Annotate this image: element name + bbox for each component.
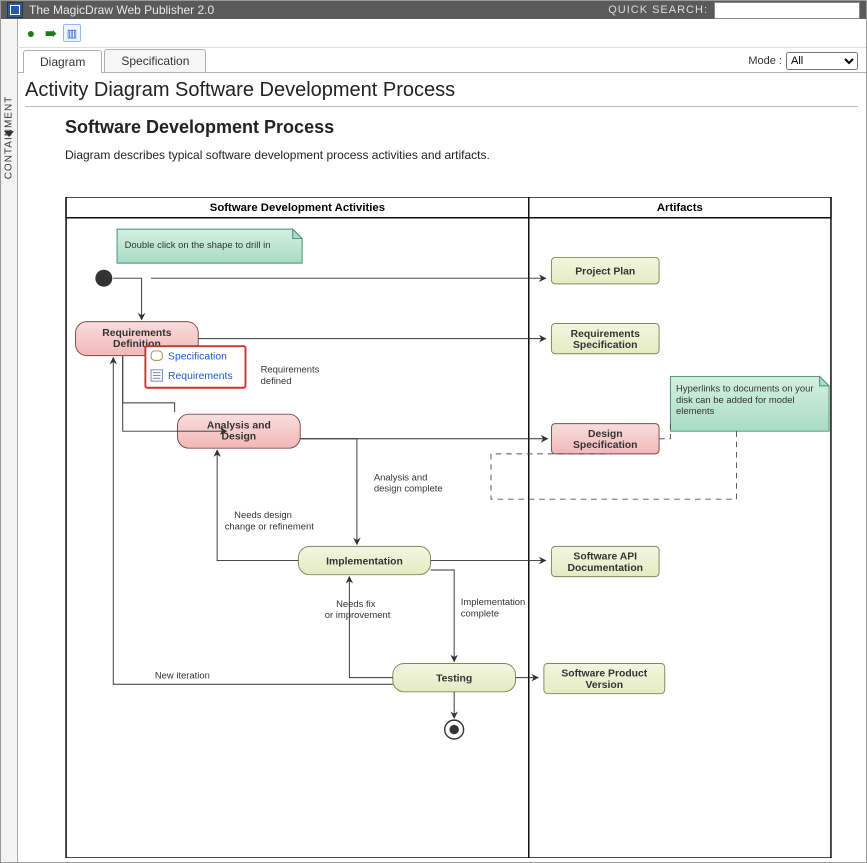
svg-text:complete: complete [461, 608, 499, 619]
svg-text:elements: elements [676, 406, 715, 417]
svg-text:Hyperlinks to documents on yo: Hyperlinks to documents on your [676, 384, 813, 395]
svg-text:Version: Version [586, 680, 623, 691]
svg-text:Specification: Specification [573, 340, 638, 351]
mode-label: Mode : [748, 55, 782, 67]
svg-text:Software Product: Software Product [561, 669, 647, 680]
svg-text:Requirements: Requirements [168, 371, 233, 382]
svg-text:Implementation: Implementation [326, 556, 403, 567]
edge-impl-to-testing [431, 570, 455, 662]
svg-text:Double click on the shape to: Double click on the shape to drill in [125, 240, 271, 251]
svg-text:Analysis and: Analysis and [374, 472, 428, 483]
app-logo-icon [7, 2, 23, 18]
svg-text:Documentation: Documentation [567, 563, 643, 574]
page-title: Activity Diagram Software Development Pr… [25, 79, 858, 102]
svg-text:Project Plan: Project Plan [575, 266, 635, 277]
col-artifacts: Artifacts [657, 202, 703, 214]
app-title: The MagicDraw Web Publisher 2.0 [29, 3, 214, 17]
edge-testing-to-impl [349, 577, 392, 678]
svg-text:Specification: Specification [168, 351, 227, 362]
forward-icon[interactable]: ➠ [43, 25, 59, 41]
col-activities: Software Development Activities [210, 202, 385, 214]
svg-text:Requirements: Requirements [102, 328, 171, 339]
svg-text:design complete: design complete [374, 484, 443, 495]
app-window: The MagicDraw Web Publisher 2.0 QUICK SE… [0, 0, 867, 863]
note-hyperlink: Hyperlinks to documents on your disk can… [670, 376, 829, 431]
quick-search-input[interactable] [714, 2, 860, 19]
svg-text:or improvement: or improvement [325, 610, 391, 621]
activity-testing[interactable]: Testing [393, 663, 516, 691]
svg-text:Design: Design [222, 432, 257, 443]
artifact-project-plan[interactable]: Project Plan [551, 257, 659, 283]
svg-text:Specification: Specification [573, 440, 638, 451]
svg-text:Design: Design [588, 429, 623, 440]
svg-text:defined: defined [261, 376, 292, 387]
svg-text:Implementation: Implementation [461, 597, 526, 608]
page-body: Activity Diagram Software Development Pr… [17, 67, 866, 862]
svg-text:Needs design: Needs design [234, 510, 292, 521]
context-menu: Specification Requirements [145, 346, 245, 388]
svg-text:Needs fix: Needs fix [336, 599, 376, 610]
diagram-canvas[interactable]: Software Development Activities Artifact… [35, 197, 862, 858]
svg-text:New iteration: New iteration [155, 671, 210, 682]
svg-text:Requirements: Requirements [571, 329, 640, 340]
artifact-design-spec[interactable]: Design Specification [551, 424, 659, 454]
svg-text:change or refinement: change or refinement [225, 521, 315, 532]
swimlane-header [66, 197, 831, 218]
artifact-requirements-spec[interactable]: Requirements Specification [551, 324, 659, 354]
edge-impl-to-analysis [217, 450, 298, 560]
svg-text:Software API: Software API [573, 552, 637, 563]
main-content: ● ➠ ▥ Diagram Specification Mode : All A… [17, 19, 866, 862]
toolbar: ● ➠ ▥ [17, 19, 866, 48]
note-drill: Double click on the shape to drill in [117, 229, 302, 263]
expand-triangle-icon [4, 131, 14, 137]
svg-text:Analysis and: Analysis and [207, 420, 271, 431]
final-node[interactable] [445, 720, 464, 739]
activity-implementation[interactable]: Implementation [298, 546, 430, 574]
svg-text:Requirements: Requirements [261, 365, 320, 376]
back-icon[interactable]: ● [23, 25, 39, 41]
edge-init-to-reqdef [113, 278, 141, 320]
svg-text:disk can be added for model: disk can be added for model [676, 395, 795, 406]
initial-node[interactable] [95, 270, 112, 287]
containment-sidebar[interactable]: CONTAINMENT [1, 19, 18, 862]
view-icon[interactable]: ▥ [63, 24, 81, 42]
diagram-description: Diagram describes typical software devel… [65, 148, 858, 162]
diagram-title: Software Development Process [65, 117, 858, 138]
quick-search-label: QUICK SEARCH: [608, 4, 708, 16]
divider [25, 106, 858, 107]
artifact-api-doc[interactable]: Software API Documentation [551, 546, 659, 576]
artifact-product-version[interactable]: Software Product Version [544, 663, 665, 693]
diagram-svg: Software Development Activities Artifact… [35, 197, 862, 858]
svg-text:Testing: Testing [436, 673, 472, 684]
swimlane-frame [66, 197, 831, 858]
sidebar-label: CONTAINMENT [4, 95, 15, 179]
title-bar: The MagicDraw Web Publisher 2.0 QUICK SE… [1, 1, 866, 19]
